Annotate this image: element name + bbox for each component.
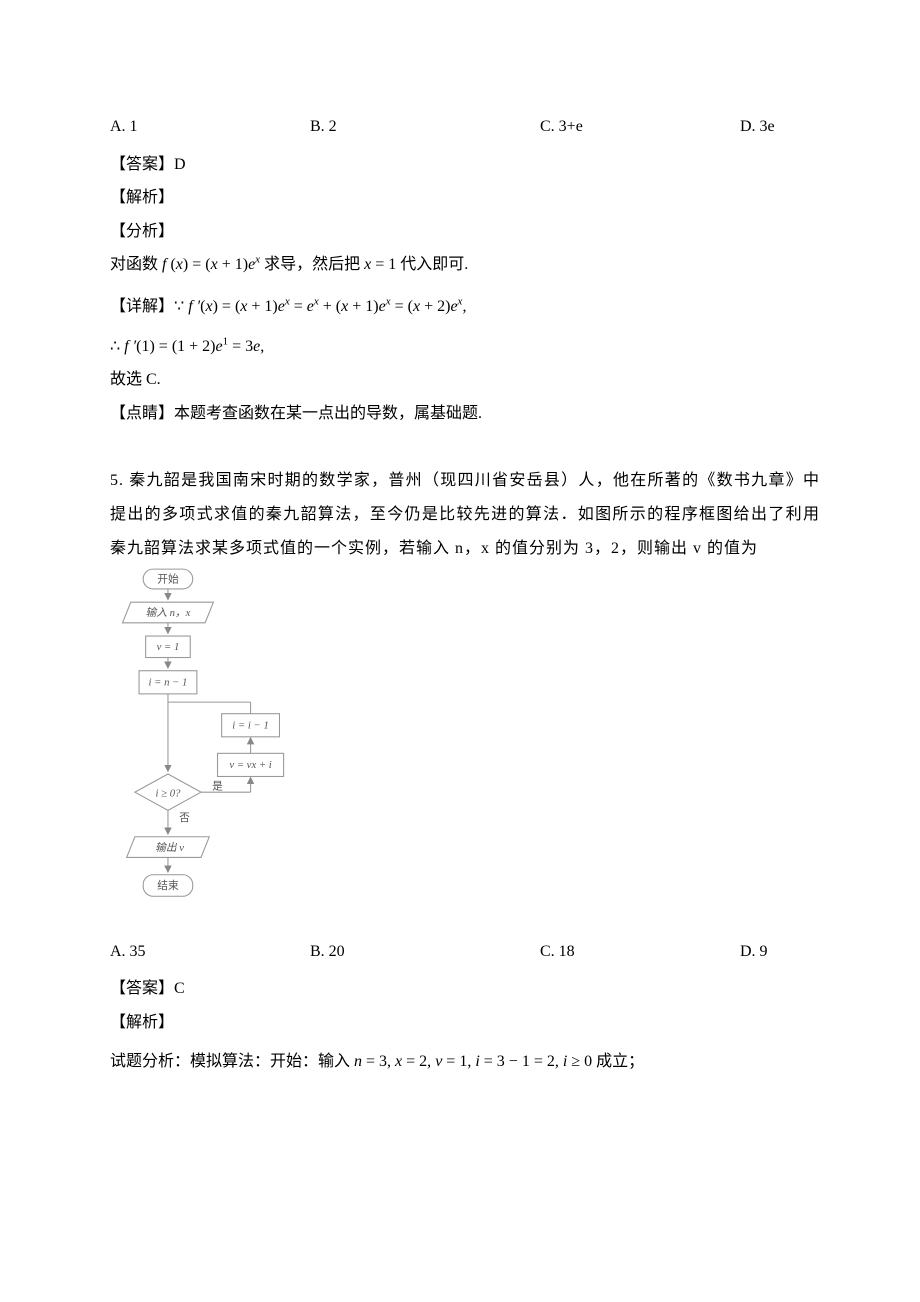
- xj-e2: e: [307, 298, 314, 315]
- fenxi-plus1: + 1): [218, 256, 248, 273]
- q4-xiangjie-line2: ∴ f ′(1) = (1 + 2)e1 = 3e,: [110, 330, 820, 364]
- q4-option-d: D. 3e: [740, 110, 840, 144]
- fenxi-paren2: ) = (: [183, 256, 211, 273]
- q5-body: 秦九韶是我国南宋时期的数学家，普州（现四川省安岳县）人，他在所著的《数书九章》中…: [110, 472, 820, 556]
- because-symbol: ∵: [174, 298, 188, 315]
- fenxi-sup1: x: [255, 254, 260, 266]
- fc-yes: 是: [212, 781, 223, 793]
- page-content: A. 1 B. 2 C. 3+e D. 3e 【答案】D 【解析】 【分析】 对…: [0, 0, 920, 1139]
- xj-plus2: + (: [319, 298, 341, 315]
- q5-fenxi-end: 成立；: [596, 1053, 644, 1070]
- fenxi-eq1: = 1: [375, 256, 400, 273]
- fenxi-math1: f: [158, 256, 170, 273]
- q5-eq1: = 3,: [366, 1053, 395, 1070]
- q5-fenxi-body: 试题分析：模拟算法：开始：输入 n = 3, x = 2, v = 1, i =…: [110, 1045, 820, 1079]
- fc-step1: v = 1: [157, 641, 180, 653]
- xj-plus3: + 1): [348, 298, 378, 315]
- fenxi-post: 求导，然后把: [264, 256, 360, 273]
- fc-start: 开始: [157, 572, 179, 585]
- xj-plus1: + 1): [247, 298, 277, 315]
- q4-options-row: A. 1 B. 2 C. 3+e D. 3e: [110, 110, 820, 144]
- q5-math1: n: [350, 1053, 366, 1070]
- fc-input: 输入 n，x: [145, 606, 190, 619]
- xj-comma1: ,: [462, 298, 466, 315]
- q5-eq2: = 2,: [406, 1053, 435, 1070]
- fenxi-end: 代入即可.: [400, 256, 468, 273]
- therefore-symbol: ∴: [110, 338, 124, 355]
- q5-jiexi: 【解析】: [110, 1006, 820, 1040]
- q4-answer: 【答案】D: [110, 148, 820, 182]
- flowchart-icon: 开始 输入 n，x v = 1 i = n − 1 i = i − 1: [106, 565, 296, 928]
- q4-fenxi-label: 【分析】: [110, 215, 820, 249]
- fenxi-x3: x: [360, 256, 375, 273]
- xj-e4: e: [450, 298, 457, 315]
- q5-math3: v: [435, 1053, 446, 1070]
- q4-option-c: C. 3+e: [540, 110, 740, 144]
- fc-cond: i ≥ 0?: [155, 787, 181, 799]
- q5-math2: x: [395, 1053, 406, 1070]
- q5-fenxi-label: 试题分析：模拟算法：开始：输入: [110, 1053, 350, 1070]
- dianqing-text: 本题考查函数在某一点出的导数，属基础题.: [174, 405, 482, 422]
- fc-branch-yes: i = i − 1: [232, 720, 269, 732]
- q4-option-a: A. 1: [110, 110, 310, 144]
- q5-text: 5. 秦九韶是我国南宋时期的数学家，普州（现四川省安岳县）人，他在所著的《数书九…: [110, 464, 820, 565]
- q5-number: 5.: [110, 472, 129, 489]
- q5-eq3: = 1,: [446, 1053, 475, 1070]
- q5-option-c: C. 18: [540, 935, 740, 969]
- q5-answer: 【答案】C: [110, 972, 820, 1006]
- fenxi-pre: 对函数: [110, 256, 158, 273]
- xj2-f: f ′: [124, 338, 136, 355]
- q4-xiangjie-line1: 【详解】∵ f ′(x) = (x + 1)ex = ex + (x + 1)e…: [110, 290, 820, 324]
- xj-eq2: = (: [391, 298, 413, 315]
- fc-end: 结束: [157, 879, 179, 892]
- fc-no: 否: [179, 812, 190, 824]
- xj2-p1: (1) = (1 + 2): [136, 338, 215, 355]
- xj-x4: x: [413, 298, 420, 315]
- q5-eq4: = 3 − 1 = 2,: [484, 1053, 563, 1070]
- q5-block: 5. 秦九韶是我国南宋时期的数学家，普州（现四川省安岳县）人，他在所著的《数书九…: [110, 464, 820, 1079]
- xj-e1: e: [278, 298, 285, 315]
- q5-eq5: ≥ 0: [571, 1053, 596, 1070]
- xj2-e: e: [216, 338, 223, 355]
- xj-x1: x: [205, 298, 212, 315]
- q4-gu: 故选 C.: [110, 363, 820, 397]
- q4-dianqing: 【点睛】本题考查函数在某一点出的导数，属基础题.: [110, 397, 820, 431]
- xj-f1: f ′: [188, 298, 200, 315]
- q5-options-row: A. 35 B. 20 C. 18 D. 9: [110, 935, 820, 969]
- xj2-comma: ,: [260, 338, 264, 355]
- q4-jiexi: 【解析】: [110, 181, 820, 215]
- q4-option-b: B. 2: [310, 110, 540, 144]
- q5-option-a: A. 35: [110, 935, 310, 969]
- dianqing-label: 【点睛】: [110, 405, 174, 422]
- q4-fenxi-body: 对函数 f (x) = (x + 1)ex 求导，然后把 x = 1 代入即可.: [110, 248, 820, 282]
- fenxi-x2: x: [211, 256, 218, 273]
- fenxi-x1: x: [176, 256, 183, 273]
- q5-math4: i: [475, 1053, 483, 1070]
- xj2-eq: = 3: [228, 338, 253, 355]
- xiangjie-label: 【详解】: [110, 298, 174, 315]
- xj-plus4: + 2): [420, 298, 450, 315]
- fc-branch-body: v = vx + i: [229, 759, 271, 771]
- xj-p2: ) = (: [213, 298, 241, 315]
- q5-option-b: B. 20: [310, 935, 540, 969]
- fc-step2: i = n − 1: [149, 677, 188, 689]
- xj-eq1: =: [290, 298, 307, 315]
- fc-output: 输出 v: [155, 841, 184, 854]
- q5-option-d: D. 9: [740, 935, 840, 969]
- xj-e3: e: [379, 298, 386, 315]
